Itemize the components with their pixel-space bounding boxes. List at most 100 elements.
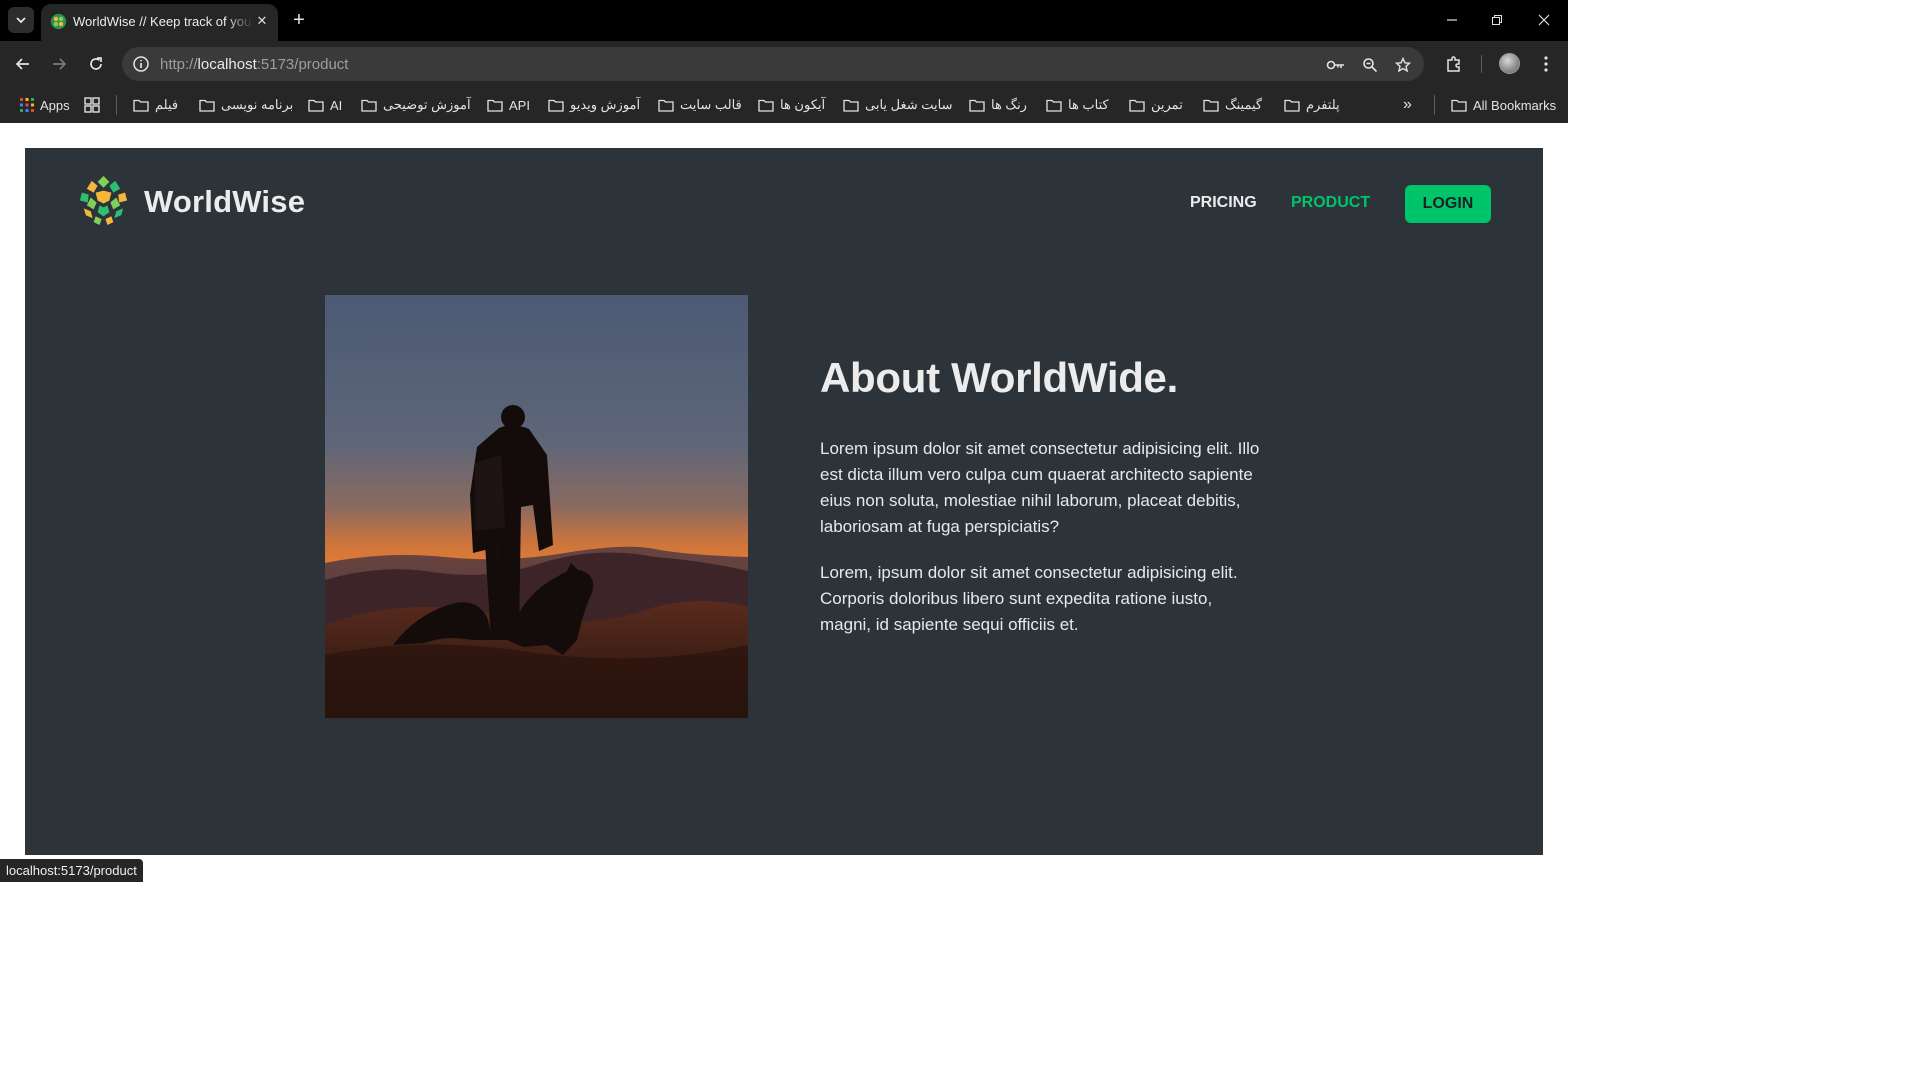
apps-grid-icon bbox=[20, 98, 34, 112]
url-scheme: http:// bbox=[160, 56, 198, 73]
zoom-icon bbox=[1363, 58, 1378, 73]
bookmark-folder[interactable]: برنامه نویسی bbox=[199, 95, 293, 115]
worldwise-favicon-icon bbox=[50, 13, 67, 30]
hero-image-hiker-with-dog bbox=[325, 295, 748, 718]
page-viewport: WorldWise PRICING PRODUCT LOGIN About Wo… bbox=[0, 123, 1568, 882]
browser-toolbar: http://localhost:5173/product bbox=[0, 41, 1568, 87]
tab-strip: WorldWise // Keep track of your adventur… bbox=[0, 0, 1568, 41]
nav-pricing-link[interactable]: PRICING bbox=[1190, 194, 1257, 212]
folder-icon bbox=[1046, 99, 1062, 112]
folder-icon bbox=[199, 99, 215, 112]
bookmark-folder[interactable]: سایت شغل یابی bbox=[843, 95, 953, 115]
bookmark-folder[interactable]: فیلم bbox=[133, 95, 178, 115]
active-tab[interactable]: WorldWise // Keep track of your adventur… bbox=[41, 4, 278, 41]
bookmark-label: API bbox=[509, 97, 530, 113]
tab-search-button[interactable] bbox=[8, 7, 34, 33]
browser-menu-button[interactable] bbox=[1535, 53, 1557, 75]
bookmark-label: برنامه نویسی bbox=[221, 97, 294, 112]
bookmark-folder[interactable]: رنگ ها bbox=[969, 95, 1027, 115]
bookmark-label: کتاب ها bbox=[1068, 97, 1109, 112]
intro-paragraph: Lorem ipsum dolor sit amet consectetur a… bbox=[820, 439, 1260, 536]
puzzle-icon bbox=[1447, 56, 1460, 72]
folder-icon bbox=[658, 99, 674, 112]
reload-button[interactable] bbox=[84, 52, 108, 76]
bookmarks-bar: Apps فیلم برنامه نویسی AI آموزش توضیحی A… bbox=[0, 87, 1568, 123]
bookmark-star-button[interactable] bbox=[1393, 55, 1413, 75]
extensions-button[interactable] bbox=[1443, 53, 1465, 75]
bookmark-folder[interactable]: آیکون ها bbox=[758, 95, 825, 115]
bookmark-label: سایت شغل یابی bbox=[865, 97, 953, 112]
nav-product-link[interactable]: PRODUCT bbox=[1291, 194, 1370, 212]
forward-button[interactable] bbox=[47, 52, 71, 76]
login-button[interactable]: LOGIN bbox=[1405, 185, 1491, 223]
star-icon bbox=[1395, 57, 1411, 73]
tab-close-button[interactable]: ✕ bbox=[253, 12, 271, 30]
bookmark-label: Apps bbox=[40, 97, 70, 113]
password-key-button[interactable] bbox=[1326, 55, 1346, 75]
bookmark-label: رنگ ها bbox=[991, 97, 1027, 112]
bookmarks-divider bbox=[1434, 95, 1435, 115]
kebab-menu-icon bbox=[1544, 56, 1548, 72]
bookmarks-overflow-button[interactable]: » bbox=[1403, 95, 1412, 115]
folder-icon bbox=[133, 99, 149, 112]
url-host: localhost bbox=[197, 56, 257, 73]
back-arrow-icon bbox=[15, 58, 29, 70]
bookmark-apps[interactable]: Apps bbox=[20, 95, 70, 115]
new-tab-button[interactable]: + bbox=[288, 9, 310, 31]
key-icon bbox=[1326, 60, 1344, 70]
toolbar-divider bbox=[1481, 55, 1482, 73]
bookmark-folder[interactable]: آموزش توضیحی bbox=[361, 95, 471, 115]
folder-icon bbox=[1129, 99, 1145, 112]
address-bar[interactable]: http://localhost:5173/product bbox=[122, 47, 1424, 81]
bookmark-label: قالب سایت bbox=[680, 97, 742, 112]
page-headline: About WorldWide. bbox=[820, 354, 1178, 401]
url-text[interactable]: http://localhost:5173/product bbox=[160, 56, 348, 73]
folder-icon bbox=[1451, 99, 1467, 112]
profile-avatar[interactable] bbox=[1499, 53, 1520, 74]
site-info-icon[interactable] bbox=[131, 54, 151, 74]
bookmark-folder[interactable]: تمرین bbox=[1129, 95, 1183, 115]
close-icon bbox=[1538, 14, 1550, 26]
tab-groups-button[interactable] bbox=[84, 95, 100, 115]
back-button[interactable] bbox=[11, 52, 35, 76]
bookmark-folder[interactable]: کتاب ها bbox=[1046, 95, 1109, 115]
minimize-icon bbox=[1447, 19, 1457, 21]
folder-icon bbox=[1203, 99, 1219, 112]
link-status-bubble: localhost:5173/product bbox=[0, 859, 143, 882]
bookmark-label: All Bookmarks bbox=[1473, 97, 1557, 113]
bookmark-folder[interactable]: AI bbox=[308, 95, 342, 115]
bookmark-label: گیمینگ bbox=[1225, 97, 1263, 112]
bookmark-folder[interactable]: API bbox=[487, 95, 530, 115]
folder-icon bbox=[1284, 99, 1300, 112]
brand-name[interactable]: WorldWise bbox=[144, 184, 305, 220]
folder-icon bbox=[361, 99, 377, 112]
bookmark-folder[interactable]: آموزش ویدیو bbox=[548, 95, 640, 115]
bookmark-folder[interactable]: قالب سایت bbox=[658, 95, 742, 115]
folder-icon bbox=[843, 99, 859, 112]
zoom-button[interactable] bbox=[1360, 55, 1380, 75]
bookmark-label: AI bbox=[330, 97, 343, 113]
bookmark-label: تمرین bbox=[1151, 97, 1183, 112]
url-path: :5173/product bbox=[256, 56, 349, 73]
app-container: WorldWise PRICING PRODUCT LOGIN About Wo… bbox=[25, 148, 1543, 855]
tab-title: WorldWise // Keep track of your adventur… bbox=[73, 14, 253, 29]
bookmark-folder[interactable]: گیمینگ bbox=[1203, 95, 1262, 115]
all-bookmarks-button[interactable]: All Bookmarks bbox=[1451, 95, 1556, 115]
bookmarks-divider bbox=[116, 95, 117, 115]
bookmark-folder[interactable]: پلتفرم bbox=[1284, 95, 1340, 115]
close-window-button[interactable] bbox=[1532, 8, 1556, 32]
bookmark-label: آموزش ویدیو bbox=[570, 97, 641, 112]
bookmark-label: پلتفرم bbox=[1306, 97, 1340, 112]
secondary-paragraph: Lorem, ipsum dolor sit amet consectetur … bbox=[820, 563, 1238, 634]
folder-icon bbox=[487, 99, 503, 112]
minimize-button[interactable] bbox=[1440, 8, 1464, 32]
restore-icon bbox=[1492, 15, 1502, 25]
bookmark-label: فیلم bbox=[155, 97, 179, 112]
restore-button[interactable] bbox=[1485, 8, 1509, 32]
bookmark-label: آموزش توضیحی bbox=[383, 97, 471, 112]
forward-arrow-icon bbox=[53, 58, 67, 70]
bookmark-label: آیکون ها bbox=[780, 97, 826, 112]
folder-icon bbox=[308, 99, 324, 112]
worldwise-logo-icon[interactable] bbox=[76, 173, 131, 228]
reload-icon bbox=[90, 57, 102, 70]
